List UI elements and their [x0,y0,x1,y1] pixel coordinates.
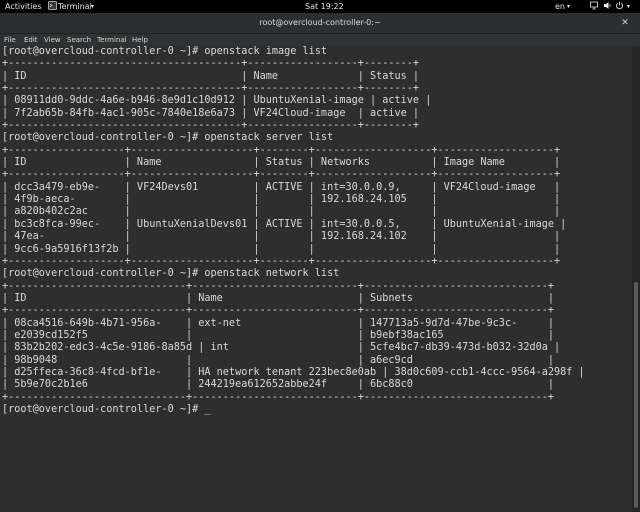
terminal-line: | ID | Name | Status | Networks | Image … [2,157,561,169]
app-menu-chevron-down-icon[interactable]: ▾ [91,1,94,12]
language-indicator[interactable]: en [555,1,565,12]
terminal-line: | bc3c8fca-99ec- | UbuntuXenialDevs01 | … [2,218,567,230]
terminal-line: | dcc3a479-eb9e- | VF24Devs01 | ACTIVE |… [2,181,561,193]
scrollbar-thumb[interactable] [634,282,638,508]
menu-search[interactable]: Search [67,35,91,45]
scrollbar[interactable] [632,46,640,512]
terminal-line: +-------------------+-------------------… [2,169,561,181]
menu-view[interactable]: View [44,35,61,45]
menu-file[interactable]: File [4,35,16,45]
terminal-line: +-----------------------------+---------… [2,391,555,403]
terminal-line: | d25ffeca-36c8-4fcd-bf1e- | HA network … [2,366,585,378]
menu-help[interactable]: Help [132,35,148,45]
terminal-line: +-----------------------------+---------… [2,280,555,292]
terminal-line: | 47ea- | | | 192.168.24.102 | | [2,231,561,243]
terminal-line: | e2039cd152f5 | | b9ebf38ac165 | [2,329,555,341]
terminal-line: | 98b9048 | | a6ec9cd | [2,354,555,366]
terminal-line: +-------------------+-------------------… [2,144,561,156]
terminal-icon [48,1,57,10]
clock[interactable]: Sat 19:22 [305,1,344,12]
volume-icon[interactable] [603,1,612,10]
menu-terminal[interactable]: Terminal [97,35,127,45]
menu-bar: File Edit View Search Terminal Help [0,34,640,46]
top-bar: Activities Terminal ▾ Sat 19:22 en ▾ ▾ [0,0,640,13]
window-titlebar[interactable]: root@overcloud-controller-0:~ ✕ [0,13,640,34]
terminal-line: | 08911dd0-9ddc-4a6e-b946-8e9d1c10d912 |… [2,95,432,107]
terminal-line: +--------------------------------------+… [2,83,420,95]
terminal-line: [root@overcloud-controller-0 ~]# opensta… [2,132,334,144]
system-menu-chevron-down-icon[interactable]: ▾ [627,1,630,12]
close-icon[interactable]: ✕ [619,17,631,29]
terminal-text: [root@overcloud-controller-0 ~]# opensta… [0,46,632,416]
menu-edit[interactable]: Edit [24,35,38,45]
terminal-line: | 83b2b202-edc3-4c5e-9186-8a85d | int | … [2,342,561,354]
language-chevron-down-icon[interactable]: ▾ [567,1,570,12]
terminal-line: | 9cc6-9a5916f13f2b | | | | | [2,243,561,255]
terminal-line: | 7f2ab65b-84fb-4ac1-905c-7840e18e6a73 |… [2,107,420,119]
network-icon[interactable] [590,1,600,10]
terminal-line: +--------------------------------------+… [2,58,420,70]
terminal-line: | a820b402c2ac | | | | | [2,206,561,218]
terminal-line: [root@overcloud-controller-0 ~]# opensta… [2,46,328,57]
terminal-line: [root@overcloud-controller-0 ~]# _ [2,403,211,415]
terminal-line: [root@overcloud-controller-0 ~]# opensta… [2,268,340,280]
terminal-line: | 5b9e70c2b1e6 | 244219ea612652abbe24f |… [2,379,555,391]
activities-button[interactable]: Activities [5,1,42,12]
app-menu-label[interactable]: Terminal [58,1,92,12]
terminal-line: +-------------------+-------------------… [2,255,561,267]
terminal-line: +--------------------------------------+… [2,120,420,132]
power-icon[interactable] [615,1,624,10]
terminal-line: | 08ca4516-649b-4b71-956a- | ext-net | 1… [2,317,555,329]
terminal-line: +-----------------------------+---------… [2,305,555,317]
terminal-output-area[interactable]: [root@overcloud-controller-0 ~]# opensta… [0,46,632,512]
window-title: root@overcloud-controller-0:~ [259,18,381,27]
terminal-line: | ID | Name | Status | [2,70,420,82]
terminal-line: | ID | Name | Subnets | [2,292,555,304]
terminal-line: | 4f9b-aeca- | | | 192.168.24.105 | | [2,194,561,206]
